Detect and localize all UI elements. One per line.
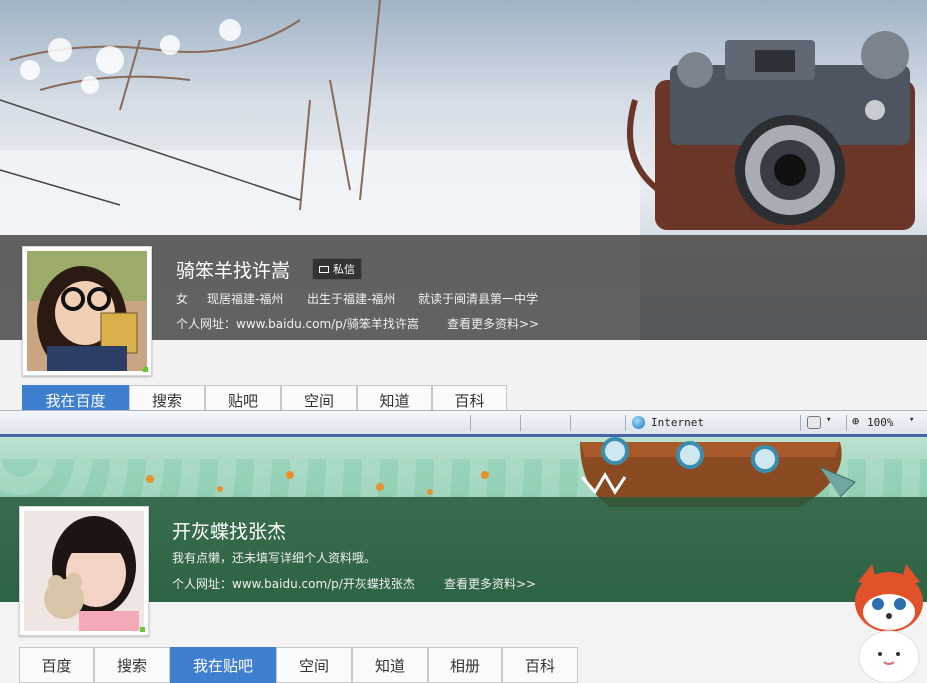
tab-baidu[interactable]: 百度: [19, 647, 94, 683]
girl-with-bear-photo: [24, 511, 144, 631]
zoom-chevron-down-icon[interactable]: ▾: [909, 415, 914, 425]
status-divider: [800, 415, 801, 431]
username[interactable]: 开灰蝶找张杰: [172, 517, 286, 544]
gender: 女: [176, 292, 189, 306]
fox-mascot[interactable]: [850, 562, 927, 683]
more-info-link[interactable]: 查看更多资料>>: [444, 575, 536, 592]
tab-space[interactable]: 空间: [276, 647, 352, 683]
vintage-camera-illustration: [627, 31, 915, 230]
school: 就读于闽清县第一中学: [418, 292, 539, 306]
more-info-link[interactable]: 查看更多资料>>: [447, 315, 539, 332]
profile-tabs: 我在百度 搜索 贴吧 空间 知道 百科: [22, 385, 507, 410]
goldfish-pattern: [146, 471, 489, 495]
tab-baike[interactable]: 百科: [432, 385, 507, 410]
private-message-button[interactable]: 私信: [312, 258, 362, 280]
online-status-dot: [143, 367, 148, 372]
private-message-label: 私信: [333, 263, 355, 276]
homepage-row: 个人网址：www.baidu.com/p/骑笨羊找许嵩: [176, 315, 419, 332]
avatar[interactable]: [19, 506, 149, 636]
tab-search[interactable]: 搜索: [94, 647, 170, 683]
tab-tieba[interactable]: 我在贴吧: [170, 647, 276, 683]
chevron-down-icon[interactable]: ▾: [826, 415, 831, 425]
status-divider: [846, 415, 847, 431]
browser-status-bar: Internet ▾ ⊕ 100% ▾: [0, 410, 927, 436]
homepage-row: 个人网址：www.baidu.com/p/开灰蝶找张杰: [172, 575, 415, 592]
homepage-link[interactable]: www.baidu.com/p/骑笨羊找许嵩: [236, 317, 419, 331]
tab-tieba[interactable]: 贴吧: [205, 385, 281, 410]
tab-space[interactable]: 空间: [281, 385, 357, 410]
girl-with-glasses-photo: [27, 251, 147, 371]
status-divider: [470, 415, 471, 431]
tab-search[interactable]: 搜索: [129, 385, 205, 410]
envelope-icon: [319, 265, 329, 273]
zoom-level[interactable]: 100%: [867, 416, 894, 429]
protected-mode-icon[interactable]: [807, 416, 821, 429]
security-zone: Internet: [651, 416, 704, 429]
top-profile: 骑笨羊找许嵩 私信 女 现居福建-福州 出生于福建-福州 就读于闽清县第一中学 …: [0, 0, 927, 410]
birthplace: 出生于福建-福州: [307, 292, 396, 306]
tab-album[interactable]: 相册: [428, 647, 502, 683]
online-status-dot: [140, 627, 145, 632]
zoom-icon[interactable]: ⊕: [852, 414, 859, 428]
tab-zhidao[interactable]: 知道: [357, 385, 432, 410]
tab-baike[interactable]: 百科: [502, 647, 578, 683]
snowy-branches-illustration: [0, 0, 381, 211]
profile-tabs: 百度 搜索 我在贴吧 空间 知道 相册 百科: [19, 647, 578, 683]
status-divider: [570, 415, 571, 431]
homepage-label: 个人网址：: [172, 577, 233, 591]
tab-baidu[interactable]: 我在百度: [22, 385, 129, 410]
status-divider: [520, 415, 521, 431]
homepage-link[interactable]: www.baidu.com/p/开灰蝶找张杰: [232, 577, 415, 591]
bottom-profile: 开灰蝶找张杰 我有点懒，还未填写详细个人资料哦。 个人网址：www.baidu.…: [0, 437, 927, 683]
residence: 现居福建-福州: [207, 292, 284, 306]
bio: 我有点懒，还未填写详细个人资料哦。: [172, 551, 377, 565]
status-divider: [625, 415, 626, 431]
username[interactable]: 骑笨羊找许嵩: [176, 256, 290, 283]
tab-zhidao[interactable]: 知道: [352, 647, 428, 683]
avatar[interactable]: [22, 246, 152, 376]
homepage-label: 个人网址：: [176, 317, 237, 331]
globe-icon: [632, 416, 645, 429]
